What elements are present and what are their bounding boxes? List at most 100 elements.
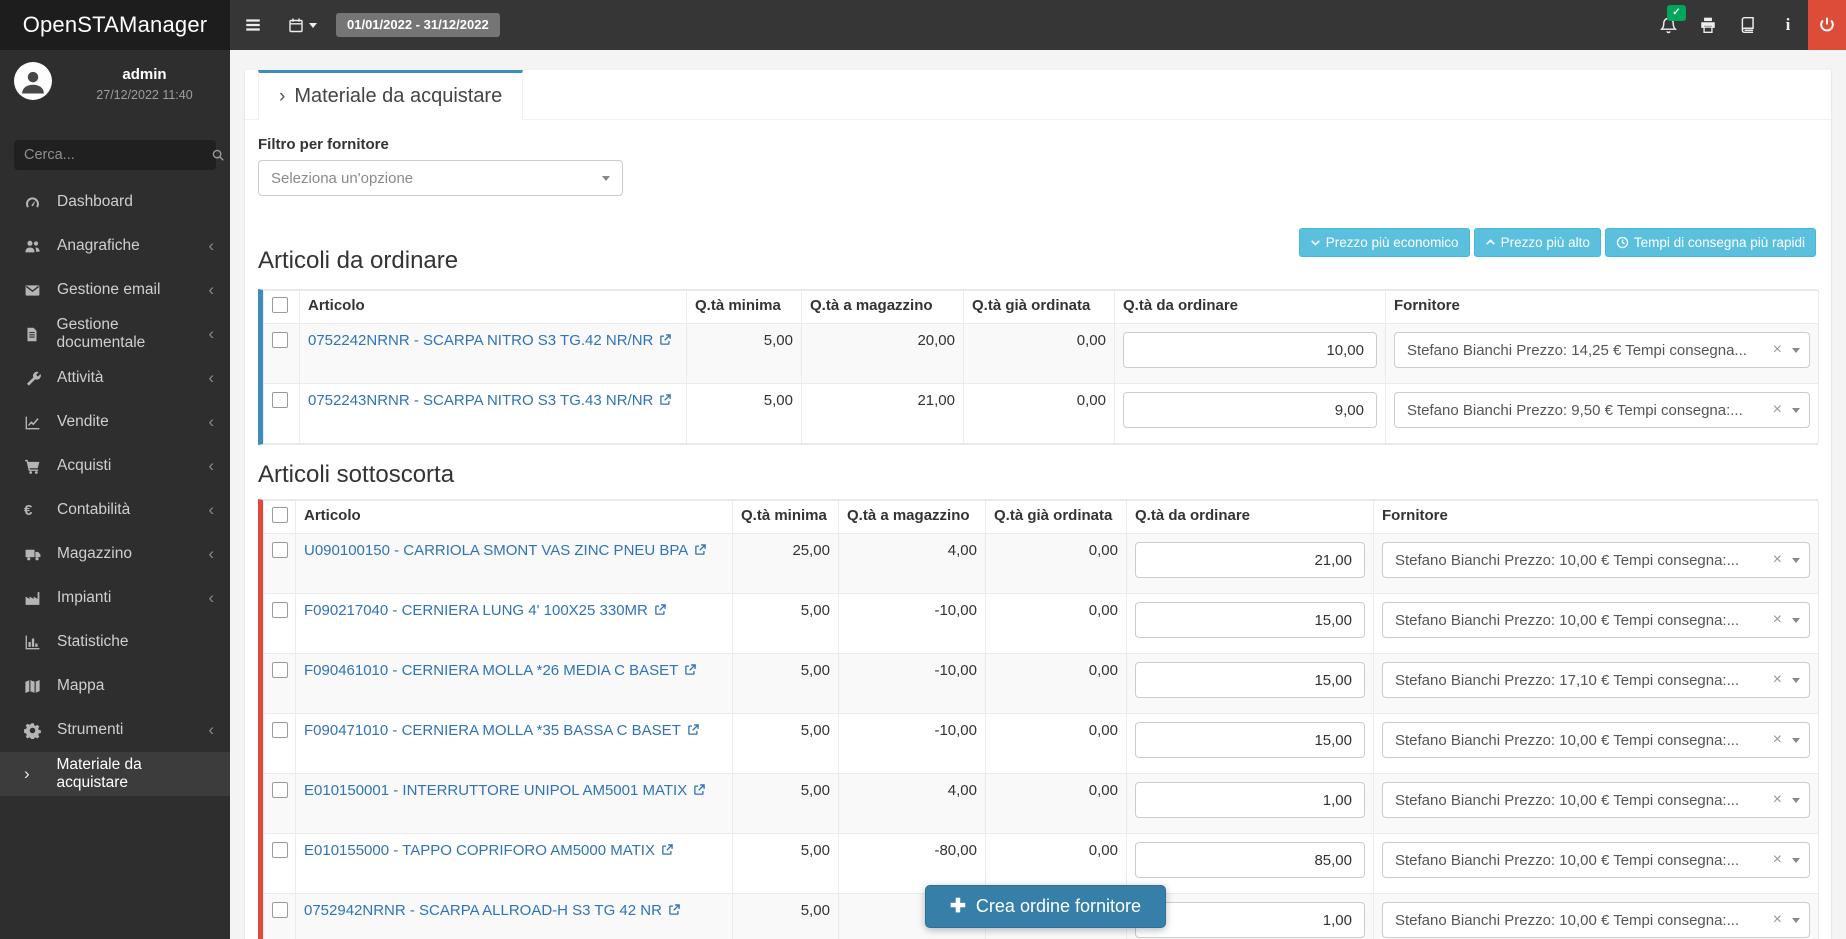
tab-materiale-da-acquistare[interactable]: › Materiale da acquistare <box>258 70 523 120</box>
clear-icon[interactable]: × <box>1773 851 1782 869</box>
qty-input[interactable] <box>1135 662 1365 698</box>
supplier-select[interactable]: Stefano Bianchi Prezzo: 10,00 € Tempi co… <box>1382 782 1810 818</box>
qty-min-cell: 25,00 <box>733 534 839 594</box>
select-all-checkbox[interactable] <box>272 507 288 523</box>
caret-down-icon <box>1792 408 1800 413</box>
create-order-button[interactable]: ✚ Crea ordine fornitore <box>925 885 1166 928</box>
docs-button[interactable] <box>1728 0 1768 50</box>
period-picker-button[interactable] <box>276 0 328 50</box>
hamburger-icon <box>244 16 262 34</box>
select-all-checkbox[interactable] <box>272 297 288 313</box>
supplier-select[interactable]: Stefano Bianchi Prezzo: 10,00 € Tempi co… <box>1382 722 1810 758</box>
qty-min-cell: 5,00 <box>733 714 839 774</box>
row-checkbox[interactable] <box>272 782 288 798</box>
article-link[interactable]: 0752942NRNR - SCARPA ALLROAD-H S3 TG 42 … <box>304 902 662 919</box>
supplier-select[interactable]: Stefano Bianchi Prezzo: 9,50 € Tempi con… <box>1394 392 1810 428</box>
qty-input[interactable] <box>1135 902 1365 938</box>
book-icon <box>1739 16 1757 34</box>
sidebar-item-vendite[interactable]: Vendite‹ <box>0 400 230 444</box>
row-checkbox[interactable] <box>272 542 288 558</box>
qty-ordered-cell: 0,00 <box>986 654 1127 714</box>
sidebar-item-gestione-documentale[interactable]: Gestione documentale‹ <box>0 312 230 356</box>
info-button[interactable]: i <box>1768 0 1808 50</box>
sidebar-item-acquisti[interactable]: Acquisti‹ <box>0 444 230 488</box>
sidebar-item-anagrafiche[interactable]: Anagrafiche‹ <box>0 224 230 268</box>
caret-down-icon <box>1792 348 1800 353</box>
clear-icon[interactable]: × <box>1773 551 1782 569</box>
sidebar-search-input[interactable] <box>24 147 211 163</box>
row-checkbox[interactable] <box>272 602 288 618</box>
filter-placeholder: Seleziona un'opzione <box>271 170 602 187</box>
qty-input[interactable] <box>1123 332 1377 368</box>
table-row: F090471010 - CERNIERA MOLLA *35 BASSA C … <box>264 714 1819 774</box>
row-checkbox[interactable] <box>272 902 288 918</box>
caret-down-icon <box>1792 618 1800 623</box>
article-link[interactable]: 0752243NRNR - SCARPA NITRO S3 TG.43 NR/N… <box>308 392 653 409</box>
clear-icon[interactable]: × <box>1773 611 1782 629</box>
article-link[interactable]: 0752242NRNR - SCARPA NITRO S3 TG.42 NR/N… <box>308 332 653 349</box>
supplier-select[interactable]: Stefano Bianchi Prezzo: 17,10 € Tempi co… <box>1382 662 1810 698</box>
header-row: ArticoloQ.tà minimaQ.tà a magazzinoQ.tà … <box>264 501 1819 534</box>
clear-icon[interactable]: × <box>1773 341 1782 359</box>
qty-input[interactable] <box>1135 602 1365 638</box>
qty-input[interactable] <box>1135 722 1365 758</box>
clear-icon[interactable]: × <box>1773 731 1782 749</box>
article-link[interactable]: F090217040 - CERNIERA LUNG 4' 100X25 330… <box>304 602 648 619</box>
sidebar-item-strumenti[interactable]: Strumenti‹ <box>0 708 230 752</box>
content-area: › Materiale da acquistare Filtro per for… <box>230 50 1846 939</box>
sort-fastest-delivery-button[interactable]: Tempi di consegna più rapidi <box>1605 228 1816 257</box>
article-link[interactable]: E010150001 - INTERRUTTORE UNIPOL AM5001 … <box>304 782 687 799</box>
qty-min-cell: 5,00 <box>733 774 839 834</box>
sidebar-item-gestione-email[interactable]: Gestione email‹ <box>0 268 230 312</box>
row-checkbox[interactable] <box>272 392 288 408</box>
qty-input[interactable] <box>1135 842 1365 878</box>
sidebar-item-magazzino[interactable]: Magazzino‹ <box>0 532 230 576</box>
supplier-filter-select[interactable]: Seleziona un'opzione <box>258 160 623 196</box>
logout-button[interactable] <box>1808 0 1846 50</box>
supplier-cell: Stefano Bianchi Prezzo: 10,00 € Tempi co… <box>1374 834 1819 894</box>
article-link[interactable]: F090471010 - CERNIERA MOLLA *35 BASSA C … <box>304 722 681 739</box>
sort-button-label: Prezzo più economico <box>1326 235 1459 250</box>
qty-ordered-cell: 0,00 <box>964 324 1115 384</box>
date-range-badge[interactable]: 01/01/2022 - 31/12/2022 <box>336 13 500 37</box>
notifications-button[interactable]: ✓ <box>1648 0 1688 50</box>
print-button[interactable] <box>1688 0 1728 50</box>
supplier-cell: Stefano Bianchi Prezzo: 10,00 € Tempi co… <box>1374 534 1819 594</box>
row-checkbox[interactable] <box>272 662 288 678</box>
supplier-select[interactable]: Stefano Bianchi Prezzo: 10,00 € Tempi co… <box>1382 542 1810 578</box>
sidebar-item-mappa[interactable]: Mappa <box>0 664 230 708</box>
sidebar-item-label: Impianti <box>57 589 111 607</box>
article-link[interactable]: E010155000 - TAPPO COPRIFORO AM5000 MATI… <box>304 842 655 859</box>
clear-icon[interactable]: × <box>1773 791 1782 809</box>
article-link[interactable]: F090461010 - CERNIERA MOLLA *26 MEDIA C … <box>304 662 678 679</box>
clear-icon[interactable]: × <box>1773 401 1782 419</box>
sidebar-item-contabilit[interactable]: €Contabilità‹ <box>0 488 230 532</box>
chevron-left-icon: ‹ <box>208 588 214 608</box>
sidebar-item-dashboard[interactable]: Dashboard <box>0 180 230 224</box>
row-checkbox[interactable] <box>272 722 288 738</box>
sort-highest-price-button[interactable]: Prezzo più alto <box>1474 228 1601 257</box>
row-checkbox[interactable] <box>272 842 288 858</box>
article-link[interactable]: U090100150 - CARRIOLA SMONT VAS ZINC PNE… <box>304 542 688 559</box>
clear-icon[interactable]: × <box>1773 911 1782 929</box>
supplier-select[interactable]: Stefano Bianchi Prezzo: 10,00 € Tempi co… <box>1382 842 1810 878</box>
qty-ordered-cell: 0,00 <box>986 774 1127 834</box>
row-checkbox[interactable] <box>272 332 288 348</box>
supplier-select[interactable]: Stefano Bianchi Prezzo: 14,25 € Tempi co… <box>1394 332 1810 368</box>
qty-input[interactable] <box>1135 542 1365 578</box>
external-link-icon <box>659 393 672 406</box>
sidebar-item-materiale-da-acquistare[interactable]: ›Materiale da acquistare <box>0 752 230 796</box>
sidebar-toggle-button[interactable] <box>230 0 276 50</box>
sidebar-item-impianti[interactable]: Impianti ‹ <box>0 576 230 620</box>
supplier-select[interactable]: Stefano Bianchi Prezzo: 10,00 € Tempi co… <box>1382 902 1810 938</box>
qty-input[interactable] <box>1135 782 1365 818</box>
sidebar-item-statistiche[interactable]: Statistiche <box>0 620 230 664</box>
qty-input[interactable] <box>1123 392 1377 428</box>
qty-to-order-cell <box>1115 324 1386 384</box>
sidebar-item-attivit[interactable]: Attività‹ <box>0 356 230 400</box>
supplier-select[interactable]: Stefano Bianchi Prezzo: 10,00 € Tempi co… <box>1382 602 1810 638</box>
sort-cheapest-price-button[interactable]: Prezzo più economico <box>1299 228 1470 257</box>
clear-icon[interactable]: × <box>1773 671 1782 689</box>
tab-title: Materiale da acquistare <box>294 85 502 108</box>
article-cell: F090461010 - CERNIERA MOLLA *26 MEDIA C … <box>296 654 733 714</box>
